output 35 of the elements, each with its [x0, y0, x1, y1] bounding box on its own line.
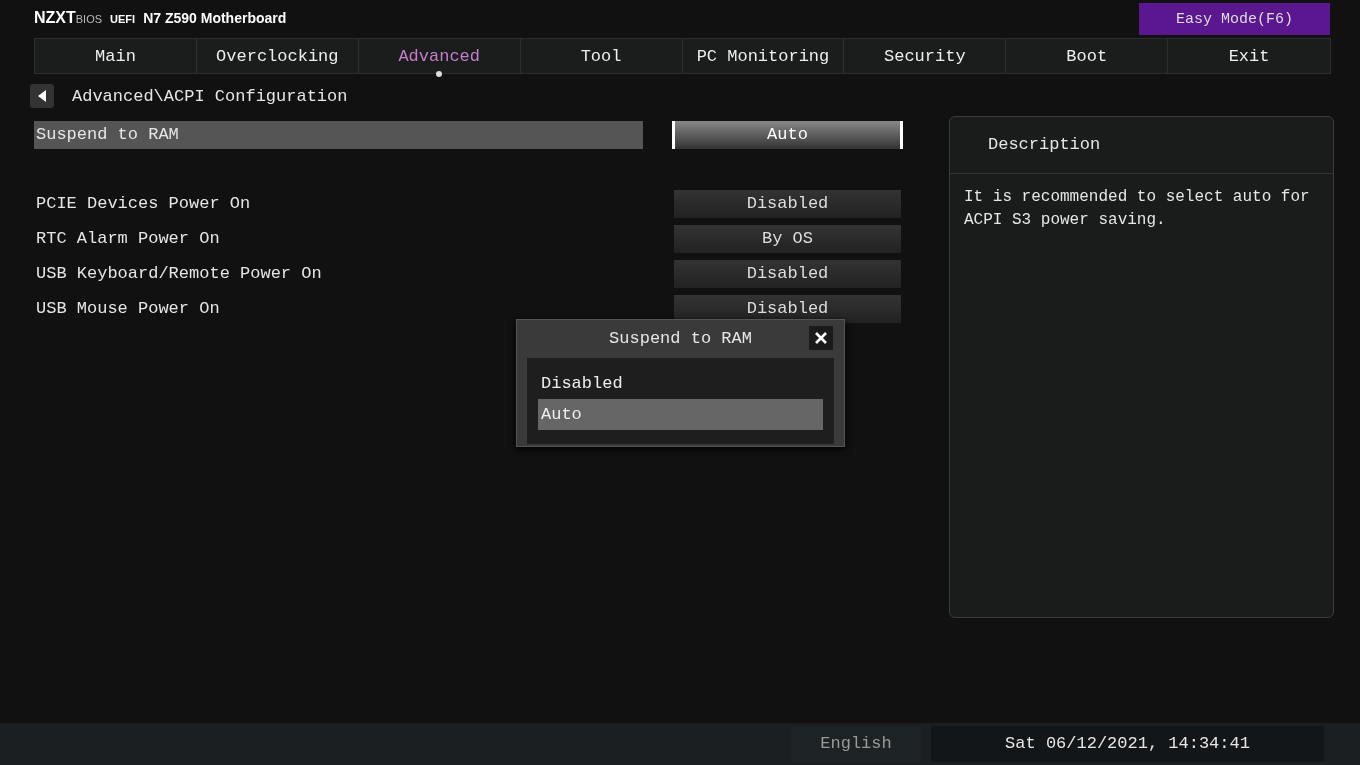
setting-value[interactable]: Disabled [674, 189, 901, 218]
description-text: It is recommended to select auto for ACPI S3 power saving. [963, 187, 1311, 231]
setting-label[interactable]: USB Mouse Power On [34, 294, 643, 323]
setting-value[interactable]: Disabled [674, 294, 901, 323]
easy-mode-button[interactable]: Easy Mode(F6) [1139, 3, 1330, 35]
date-time: Sat 06/12/2021, 14:34:41 [931, 726, 1324, 762]
menu-tab[interactable]: Tool [520, 39, 683, 73]
close-button[interactable] [809, 326, 833, 350]
menu-tab[interactable]: PC Monitoring [682, 39, 845, 73]
setting-label[interactable]: Suspend to RAM [34, 120, 643, 149]
setting-label[interactable]: USB Keyboard/Remote Power On [34, 259, 643, 288]
bios-label: BIOS [75, 13, 103, 25]
setting-value[interactable]: Auto [672, 120, 903, 149]
indicator-dot [436, 71, 443, 77]
menu-tab[interactable]: Boot [1006, 39, 1169, 73]
uefi-label: UEFI [110, 13, 136, 25]
back-button[interactable] [30, 84, 54, 108]
setting-value[interactable]: Disabled [674, 259, 901, 288]
brand-logo: NZXT [34, 9, 76, 27]
menu-tab[interactable]: Advanced [358, 39, 521, 73]
close-icon [815, 332, 827, 344]
menu-tab[interactable]: Main [35, 39, 197, 73]
menu-tab[interactable]: Security [844, 39, 1007, 73]
dialog-title: Suspend to RAM [609, 328, 752, 348]
description-title: Description [950, 117, 1333, 174]
setting-label[interactable]: PCIE Devices Power On [34, 189, 643, 218]
breadcrumb: Advanced\ACPI Configuration [72, 86, 348, 106]
menu-tab[interactable]: Exit [1168, 39, 1330, 73]
dialog-option[interactable]: Auto [538, 399, 823, 430]
model-name: N7 Z590 Motherboard [143, 10, 287, 26]
setting-value[interactable]: By OS [674, 224, 901, 253]
menu-tab[interactable]: Overclocking [196, 39, 359, 73]
dialog-option[interactable]: Disabled [538, 368, 823, 399]
setting-label[interactable]: RTC Alarm Power On [34, 224, 643, 253]
left-triangle-icon [37, 89, 47, 103]
